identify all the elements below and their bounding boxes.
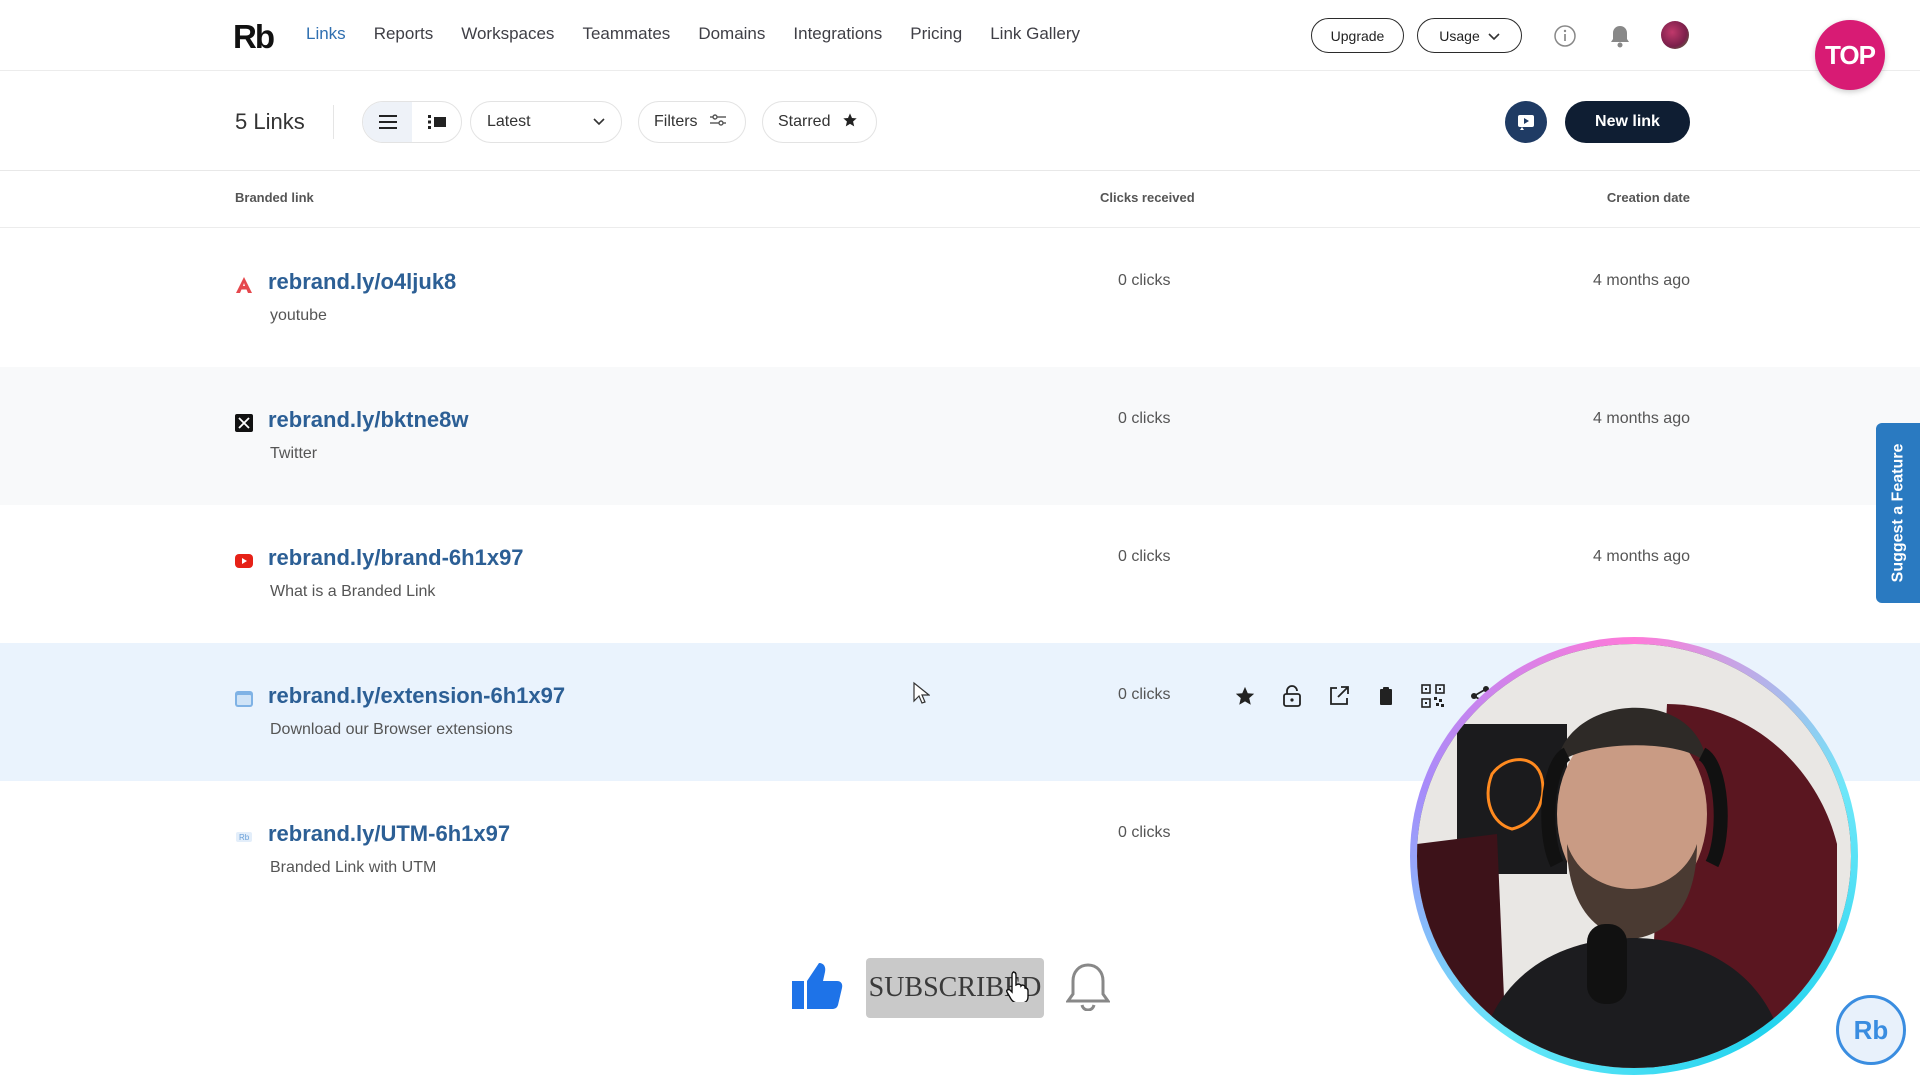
- link-clicks: 0 clicks: [1118, 548, 1171, 565]
- usage-label: Usage: [1439, 27, 1480, 44]
- upgrade-label: Upgrade: [1330, 27, 1385, 44]
- sort-value: Latest: [487, 113, 531, 130]
- bell-icon[interactable]: [1065, 961, 1111, 1016]
- nav-link-links[interactable]: Links: [306, 24, 346, 44]
- nav-link-workspaces[interactable]: Workspaces: [461, 24, 554, 44]
- detailed-view-icon[interactable]: [412, 102, 461, 142]
- new-link-button[interactable]: New link: [1565, 101, 1690, 143]
- rebrandly-icon: [235, 690, 253, 708]
- nav-link-link-gallery[interactable]: Link Gallery: [990, 24, 1080, 44]
- link-title: Twitter: [270, 445, 318, 462]
- chevron-down-icon: [593, 113, 605, 131]
- usage-dropdown[interactable]: Usage: [1417, 18, 1522, 53]
- x-twitter-icon: [235, 414, 253, 432]
- links-count: 5 Links: [235, 109, 305, 134]
- info-icon[interactable]: [1551, 22, 1579, 50]
- nav-link-teammates[interactable]: Teammates: [582, 24, 670, 44]
- link-title: youtube: [270, 307, 327, 324]
- table-header: Branded link Clicks received Creation da…: [0, 171, 1920, 228]
- chevron-down-icon: [1488, 28, 1500, 44]
- adobe-icon: [235, 276, 253, 294]
- link-clicks: 0 clicks: [1118, 272, 1171, 289]
- upgrade-button[interactable]: Upgrade: [1311, 18, 1404, 53]
- branded-link[interactable]: rebrand.ly/brand-6h1x97: [268, 545, 524, 571]
- webcam-overlay: [1410, 637, 1858, 1075]
- filters-button[interactable]: Filters: [638, 101, 746, 143]
- notification-bell-icon[interactable]: [1606, 22, 1634, 50]
- starred-filter-button[interactable]: Starred: [762, 101, 877, 143]
- link-clicks: 0 clicks: [1118, 410, 1171, 427]
- suggest-feature-label: Suggest a Feature: [1889, 443, 1907, 583]
- column-header-creation-date[interactable]: Creation date: [1607, 190, 1690, 205]
- hand-cursor-icon: [1006, 971, 1029, 1002]
- video-tutorial-button[interactable]: [1505, 101, 1547, 143]
- link-title: Branded Link with UTM: [270, 859, 437, 876]
- column-header-branded-link[interactable]: Branded link: [235, 190, 314, 205]
- view-toggle: [362, 101, 462, 143]
- link-title: What is a Branded Link: [270, 583, 436, 600]
- row-actions: [1232, 683, 1493, 709]
- list-view-icon[interactable]: [363, 102, 412, 142]
- toolbar-divider: [333, 105, 334, 139]
- sliders-icon: [709, 113, 726, 131]
- main-nav: Links Reports Workspaces Teammates Domai…: [306, 24, 1108, 44]
- svg-text:Rb: Rb: [239, 833, 250, 842]
- app: Rb Links Reports Workspaces Teammates Do…: [0, 0, 1920, 1080]
- support-chat-button[interactable]: Rb: [1836, 995, 1906, 1065]
- link-creation-date: 4 months ago: [1593, 548, 1690, 565]
- link-clicks: 0 clicks: [1118, 686, 1171, 703]
- external-link-icon[interactable]: [1326, 683, 1352, 709]
- star-icon[interactable]: [1232, 683, 1258, 709]
- nav-link-reports[interactable]: Reports: [374, 24, 434, 44]
- column-header-clicks[interactable]: Clicks received: [1100, 190, 1195, 205]
- table-row[interactable]: rebrand.ly/o4ljuk8 youtube 0 clicks 4 mo…: [0, 229, 1920, 367]
- presenter-video: [1417, 644, 1851, 1068]
- link-creation-date: 4 months ago: [1593, 410, 1690, 427]
- filters-label: Filters: [654, 113, 698, 130]
- youtube-icon: [235, 552, 253, 570]
- top-navigation: Rb Links Reports Workspaces Teammates Do…: [0, 0, 1920, 71]
- mouse-cursor-icon: [913, 681, 930, 704]
- starred-label: Starred: [778, 113, 831, 130]
- sort-dropdown[interactable]: Latest: [470, 101, 622, 143]
- presenter-image: [1417, 644, 1851, 1068]
- rebrandly-small-icon: Rb: [235, 828, 253, 846]
- nav-link-domains[interactable]: Domains: [698, 24, 765, 44]
- table-row[interactable]: rebrand.ly/bktne8w Twitter 0 clicks 4 mo…: [0, 367, 1920, 505]
- branded-link[interactable]: rebrand.ly/bktne8w: [268, 407, 469, 433]
- qr-code-icon[interactable]: [1420, 683, 1446, 709]
- star-icon: [842, 112, 858, 133]
- link-title: Download our Browser extensions: [270, 721, 513, 738]
- link-clicks: 0 clicks: [1118, 824, 1171, 841]
- suggest-feature-tab[interactable]: Suggest a Feature: [1876, 423, 1920, 603]
- subscribe-overlay: SUBSCRIBED: [790, 958, 1111, 1018]
- nav-link-pricing[interactable]: Pricing: [910, 24, 962, 44]
- copy-icon[interactable]: [1373, 683, 1399, 709]
- nav-link-integrations[interactable]: Integrations: [793, 24, 882, 44]
- link-creation-date: 4 months ago: [1593, 272, 1690, 289]
- branded-link[interactable]: rebrand.ly/UTM-6h1x97: [268, 821, 510, 847]
- user-avatar[interactable]: [1661, 21, 1689, 49]
- lock-icon[interactable]: [1279, 683, 1305, 709]
- branded-link[interactable]: rebrand.ly/o4ljuk8: [268, 269, 456, 295]
- branded-link[interactable]: rebrand.ly/extension-6h1x97: [268, 683, 565, 709]
- table-row[interactable]: rebrand.ly/brand-6h1x97 What is a Brande…: [0, 505, 1920, 643]
- thumbs-up-icon[interactable]: [790, 961, 844, 1016]
- links-toolbar: 5 Links Latest Filters Starred New link: [0, 71, 1920, 171]
- rebrandly-logo[interactable]: Rb: [233, 18, 275, 56]
